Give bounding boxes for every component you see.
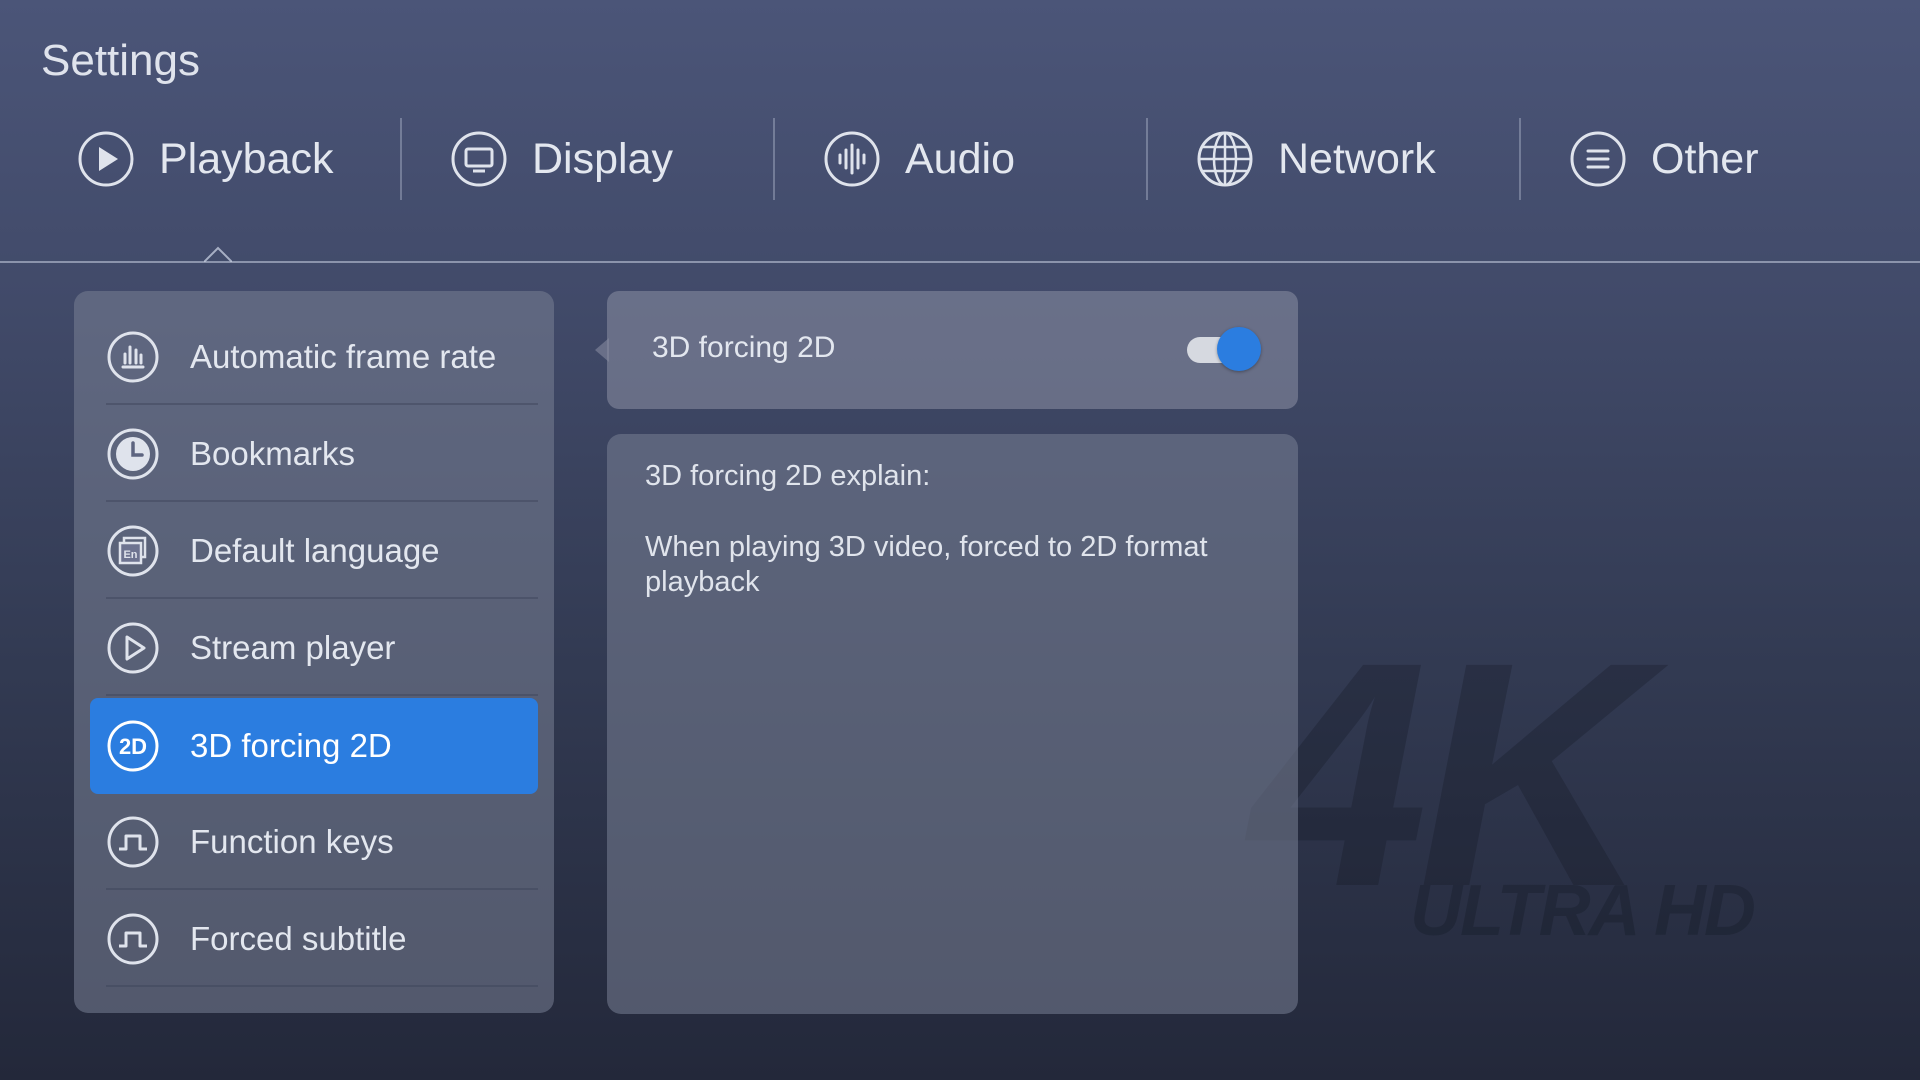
tab-display[interactable]: Display — [373, 118, 746, 200]
clock-icon — [107, 428, 159, 480]
pulse-icon — [107, 816, 159, 868]
playback-settings-menu: Automatic frame rate Bookmarks En Defaul… — [74, 291, 554, 1013]
menu-item-stream-player[interactable]: Stream player — [90, 600, 538, 696]
menu-item-default-language[interactable]: En Default language — [90, 503, 538, 599]
menu-item-automatic-frame-rate[interactable]: Automatic frame rate — [90, 309, 538, 405]
2d-icon: 2D — [107, 720, 159, 772]
menu-item-label: Default language — [190, 532, 440, 569]
setting-toggle-card: 3D forcing 2D — [607, 291, 1298, 409]
menu-item-label: Bookmarks — [190, 435, 356, 472]
bar-chart-icon — [107, 331, 159, 383]
category-tabs: Playback Display Audio Network Other — [0, 118, 1920, 200]
tab-underline — [0, 261, 1920, 263]
tab-label: Network — [1278, 134, 1436, 183]
monitor-icon — [451, 131, 507, 187]
divider — [106, 403, 538, 405]
language-icon: En — [107, 525, 159, 577]
svg-text:2D: 2D — [119, 734, 147, 759]
3d-forcing-2d-toggle[interactable] — [1181, 327, 1261, 371]
4k-ultra-hd-watermark: 4K ULTRA HD — [1250, 595, 1756, 953]
menu-item-label: Function keys — [190, 823, 394, 860]
tab-other[interactable]: Other — [1492, 118, 1865, 200]
svg-text:En: En — [123, 549, 137, 561]
explanation-panel: 3D forcing 2D explain: When playing 3D v… — [607, 434, 1298, 1014]
globe-icon — [1197, 131, 1253, 187]
play-circle-icon — [78, 131, 134, 187]
setting-label: 3D forcing 2D — [652, 331, 836, 364]
active-tab-pointer — [204, 246, 232, 262]
divider — [106, 888, 538, 890]
tab-audio[interactable]: Audio — [746, 118, 1119, 200]
menu-item-label: 3D forcing 2D — [190, 727, 392, 764]
menu-item-bookmarks[interactable]: Bookmarks — [90, 406, 538, 502]
menu-item-3d-forcing-2d[interactable]: 2D 3D forcing 2D — [90, 698, 538, 794]
audio-waveform-icon — [824, 131, 880, 187]
menu-lines-icon — [1570, 131, 1626, 187]
pulse-icon — [107, 913, 159, 965]
menu-item-forced-subtitle[interactable]: Forced subtitle — [90, 891, 538, 987]
divider — [106, 694, 538, 696]
tab-network[interactable]: Network — [1119, 118, 1492, 200]
menu-item-label: Stream player — [190, 629, 396, 666]
tab-label: Audio — [905, 134, 1015, 183]
page-title: Settings — [41, 36, 200, 85]
explanation-body: When playing 3D video, forced to 2D form… — [645, 531, 1208, 598]
tab-label: Other — [1651, 134, 1759, 183]
divider — [106, 500, 538, 502]
play-outline-icon — [107, 622, 159, 674]
menu-item-function-keys[interactable]: Function keys — [90, 794, 538, 890]
divider — [106, 597, 538, 599]
explanation-heading: 3D forcing 2D explain: — [645, 460, 931, 492]
tab-playback[interactable]: Playback — [0, 118, 373, 200]
tab-label: Playback — [159, 134, 334, 183]
menu-item-label: Automatic frame rate — [190, 338, 497, 375]
divider — [106, 985, 538, 987]
toggle-knob — [1217, 327, 1261, 371]
menu-item-label: Forced subtitle — [190, 920, 407, 957]
tab-label: Display — [532, 134, 673, 183]
